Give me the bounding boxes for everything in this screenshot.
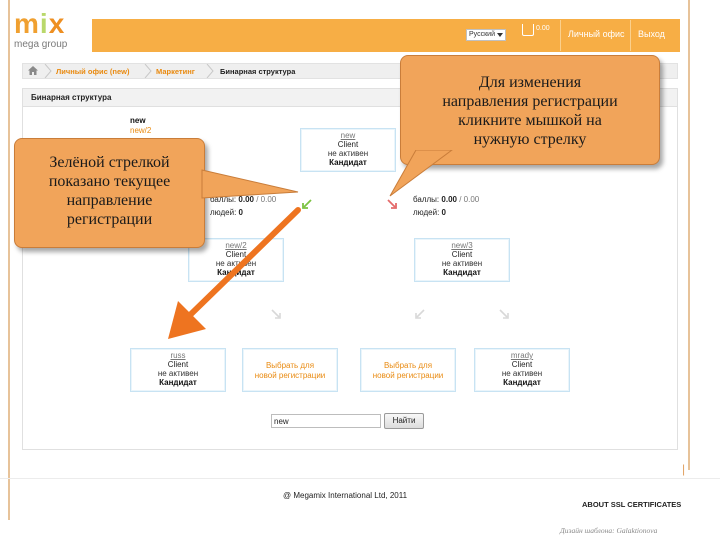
home-icon[interactable] [28,66,38,75]
right-branch-people: людей: 0 [413,208,446,217]
tree-node-root[interactable]: new Client не активен Кандидат [300,128,396,172]
node-rank: Кандидат [329,158,367,167]
logo-subtitle: mega group [14,39,68,50]
node-type: Client [511,360,533,369]
node-login[interactable]: new [301,131,395,140]
callout-line: регистрации [66,211,153,228]
callout-line: направление [66,192,153,209]
node-status: не активен [501,369,543,378]
choose-slot-text: Выбрать для [265,361,315,370]
header-divider [630,20,631,51]
node-rank: Кандидат [503,378,541,387]
callout-line: Зелёной стрелкой [49,154,170,171]
callout-line: показано текущее [48,173,171,190]
callout-line: нужную стрелку [473,131,587,148]
logout-link[interactable]: Выход [638,29,665,39]
breadcrumb-item-office[interactable]: Личный офис (new) [56,67,129,76]
slide-frame-right [688,0,690,470]
footer-copyright: @ Megamix International Ltd, 2011 [283,491,408,500]
node-login[interactable]: mrady [475,351,569,360]
branch-arrow-icon[interactable] [498,308,510,320]
cart-amount: 0.00 [536,25,550,32]
node-type: Client [337,140,359,149]
branch-arrow-icon[interactable] [414,308,426,320]
logo-mark: mix [14,8,66,39]
tree-node-right[interactable]: new/3 Client не активен Кандидат [414,238,510,282]
language-select[interactable]: Русский [466,29,506,41]
language-value: Русский [469,31,495,38]
callout-tail [389,150,453,197]
slide-marker: | [682,462,686,476]
callout-line: кликните мышкой на [458,112,602,129]
empty-slot-right-left[interactable]: Выбрать для новой регистрации [360,348,456,392]
search-button[interactable]: Найти [384,413,424,429]
node-login[interactable]: russ [131,351,225,360]
office-link[interactable]: Личный офис [568,29,625,39]
breadcrumb-item-marketing[interactable]: Маркетинг [156,67,195,76]
tree-node-right-right[interactable]: mrady Client не активен Кандидат [474,348,570,392]
callout-change-direction: Для изменения направления регистрации кл… [400,55,660,165]
callout-line: Для изменения [478,74,582,91]
node-rank: Кандидат [159,378,197,387]
tree-node-left-left[interactable]: russ Client не активен Кандидат [130,348,226,392]
node-status: не активен [157,369,199,378]
current-user-name: new [130,116,146,125]
cart-icon[interactable] [522,24,534,36]
breadcrumb-item-binary: Бинарная структура [220,67,296,76]
footer-divider [0,478,720,479]
choose-slot-text: Выбрать для [383,361,433,370]
node-login[interactable]: new/3 [415,241,509,250]
node-type: Client [167,360,189,369]
callout-tail [201,169,299,199]
callout-current-direction: Зелёной стрелкой показано текущее направ… [14,138,205,248]
chevron-down-icon [497,33,503,37]
header-divider [560,20,561,51]
megamix-logo[interactable]: mix mega group [14,10,88,54]
node-status: не активен [441,259,483,268]
breadcrumb-separator-icon [144,64,152,78]
choose-slot-text: новой регистрации [254,371,326,380]
empty-slot-left-right[interactable]: Выбрать для новой регистрации [242,348,338,392]
template-credit: Дизайн шаблона: Galaktionova [560,526,658,535]
node-status: не активен [327,149,369,158]
search-input[interactable] [271,414,381,428]
callout-line: направления регистрации [442,93,618,110]
panel-title: Бинарная структура [31,93,112,102]
current-user-link[interactable]: new/2 [130,126,151,135]
ssl-certificates-link[interactable]: ABOUT SSL CERTIFICATES [582,500,681,509]
breadcrumb-separator-icon [44,64,52,78]
breadcrumb-separator-icon [206,64,214,78]
slide-frame-left [8,0,10,520]
choose-slot-text: новой регистрации [372,371,444,380]
node-rank: Кандидат [443,268,481,277]
node-type: Client [451,250,473,259]
